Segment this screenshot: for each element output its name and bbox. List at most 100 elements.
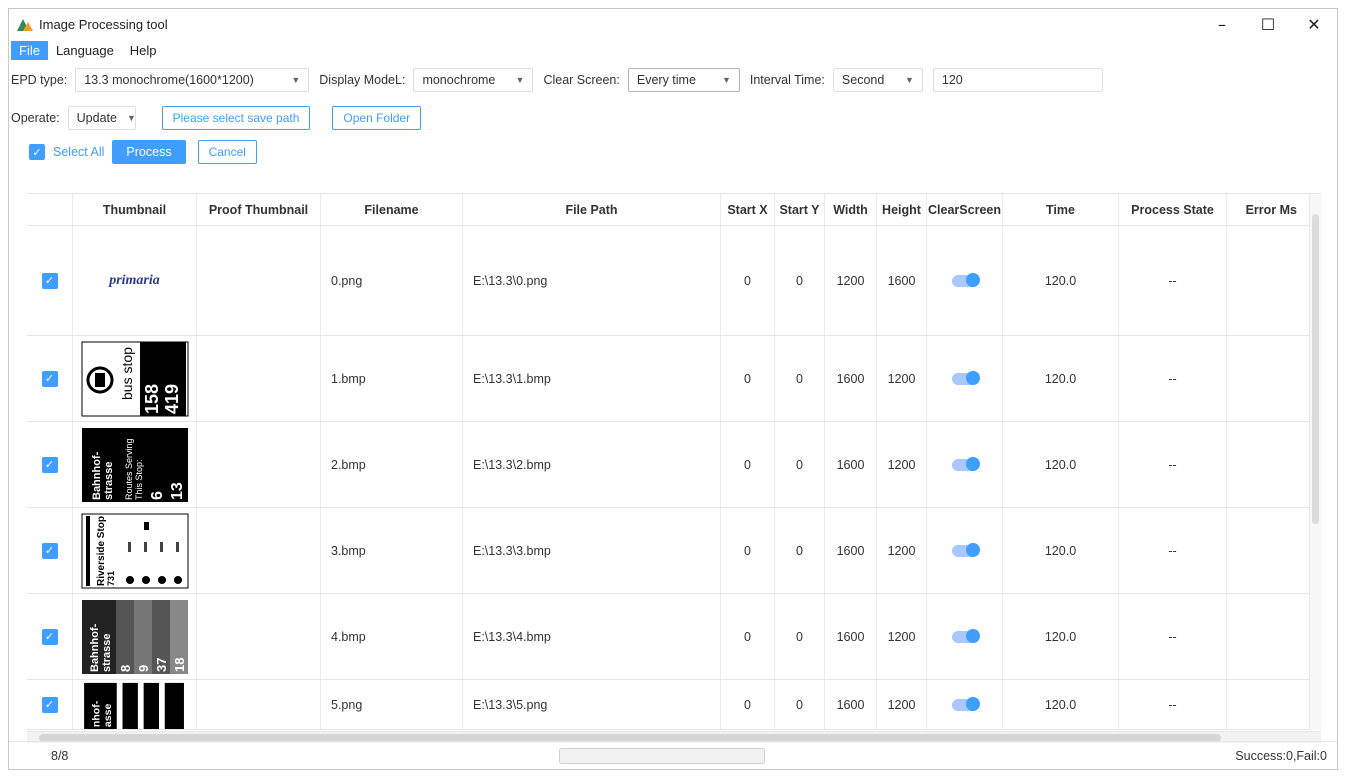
table-row[interactable]: ✓ Bahnhof- strasse Routes Serving This S… bbox=[27, 422, 1321, 508]
process-state-cell: -- bbox=[1119, 226, 1227, 335]
start-y-cell: 0 bbox=[775, 508, 825, 593]
col-proof-thumbnail[interactable]: Proof Thumbnail bbox=[197, 194, 321, 225]
clearscreen-cell bbox=[927, 336, 1003, 421]
file-path-cell: E:\13.3\3.bmp bbox=[463, 508, 721, 593]
clearscreen-toggle[interactable] bbox=[951, 272, 980, 287]
thumbnail-cell: bus stop 158 419 bbox=[73, 336, 197, 421]
chevron-down-icon: ▼ bbox=[126, 113, 136, 123]
operate-select[interactable]: Update ▼ bbox=[67, 106, 136, 130]
chevron-down-icon: ▼ bbox=[721, 75, 731, 85]
menu-bar: File Language Help bbox=[9, 39, 1337, 61]
row-checkbox[interactable]: ✓ bbox=[27, 680, 73, 729]
width-cell: 1600 bbox=[825, 422, 877, 507]
col-error-msg[interactable]: Error Ms bbox=[1227, 194, 1309, 225]
interval-unit-value: Second bbox=[841, 73, 885, 87]
interval-time-label: Interval Time: bbox=[749, 73, 825, 87]
table-row[interactable]: ✓ Riverside Stop 731 3.bmp E:\13.3\3.bmp… bbox=[27, 508, 1321, 594]
col-start-y[interactable]: Start Y bbox=[775, 194, 825, 225]
clearscreen-toggle[interactable] bbox=[951, 456, 980, 471]
start-x-cell: 0 bbox=[721, 594, 775, 679]
file-path-cell: E:\13.3\2.bmp bbox=[463, 422, 721, 507]
row-checkbox[interactable]: ✓ bbox=[27, 336, 73, 421]
filename-cell: 1.bmp bbox=[321, 336, 463, 421]
proof-thumbnail-cell bbox=[197, 422, 321, 507]
checkbox-checked-icon: ✓ bbox=[41, 272, 58, 289]
open-folder-button[interactable]: Open Folder bbox=[332, 106, 422, 130]
clearscreen-toggle[interactable] bbox=[951, 370, 980, 385]
strasse-label: strasse bbox=[103, 461, 115, 500]
app-logo-icon bbox=[17, 17, 33, 31]
start-x-cell: 0 bbox=[721, 226, 775, 335]
display-model-select[interactable]: monochrome ▼ bbox=[413, 68, 534, 92]
display-model-value: monochrome bbox=[422, 73, 496, 87]
bahnhof-bw-thumbnail: nhof- asse bbox=[83, 682, 186, 729]
col-time[interactable]: Time bbox=[1003, 194, 1119, 225]
clearscreen-cell bbox=[927, 680, 1003, 729]
filename-cell: 4.bmp bbox=[321, 594, 463, 679]
filename-cell: 0.png bbox=[321, 226, 463, 335]
clear-screen-select[interactable]: Every time ▼ bbox=[627, 68, 740, 92]
chevron-down-icon: ▼ bbox=[904, 75, 914, 85]
close-button[interactable]: ✕ bbox=[1291, 9, 1337, 39]
width-cell: 1200 bbox=[825, 226, 877, 335]
col-file-path[interactable]: File Path bbox=[463, 194, 721, 225]
col-filename[interactable]: Filename bbox=[321, 194, 463, 225]
interval-unit-select[interactable]: Second ▼ bbox=[832, 68, 923, 92]
col-process-state[interactable]: Process State bbox=[1119, 194, 1227, 225]
row-checkbox[interactable]: ✓ bbox=[27, 508, 73, 593]
maximize-button[interactable]: ☐ bbox=[1245, 9, 1291, 39]
proof-thumbnail-cell bbox=[197, 226, 321, 335]
time-cell: 120.0 bbox=[1003, 226, 1119, 335]
thumbnail-cell: Bahnhof- strasse Routes Serving This Sto… bbox=[73, 422, 197, 507]
route-6-label: 6 bbox=[149, 491, 166, 500]
menu-help[interactable]: Help bbox=[122, 41, 165, 60]
vertical-scroll-handle[interactable] bbox=[1312, 214, 1319, 524]
process-state-cell: -- bbox=[1119, 422, 1227, 507]
clearscreen-cell bbox=[927, 226, 1003, 335]
epd-type-value: 13.3 monochrome(1600*1200) bbox=[84, 73, 254, 87]
clearscreen-toggle[interactable] bbox=[951, 696, 980, 711]
table-row[interactable]: ✓ primaria 0.png E:\13.3\0.png 0 0 1200 … bbox=[27, 226, 1321, 336]
process-state-cell: -- bbox=[1119, 508, 1227, 593]
col-thumbnail[interactable]: Thumbnail bbox=[73, 194, 197, 225]
minimize-button[interactable]: – bbox=[1199, 9, 1245, 39]
time-cell: 120.0 bbox=[1003, 336, 1119, 421]
error-msg-cell bbox=[1227, 336, 1309, 421]
cancel-button[interactable]: Cancel bbox=[197, 140, 257, 164]
clearscreen-toggle[interactable] bbox=[951, 628, 980, 643]
clearscreen-toggle[interactable] bbox=[951, 542, 980, 557]
vertical-scrollbar[interactable] bbox=[1309, 194, 1321, 730]
process-state-cell: -- bbox=[1119, 680, 1227, 729]
start-x-cell: 0 bbox=[721, 336, 775, 421]
process-button[interactable]: Process bbox=[112, 140, 186, 164]
col-start-x[interactable]: Start X bbox=[721, 194, 775, 225]
title-bar: Image Processing tool – ☐ ✕ bbox=[9, 9, 1337, 39]
route-37-label: 37 bbox=[154, 657, 169, 671]
table-row[interactable]: ✓ Bahnhof- strasse 8 9 37 18 4.bmp E:\13… bbox=[27, 594, 1321, 680]
row-checkbox[interactable]: ✓ bbox=[27, 226, 73, 335]
start-x-cell: 0 bbox=[721, 422, 775, 507]
filename-cell: 5.png bbox=[321, 680, 463, 729]
chevron-down-icon: ▼ bbox=[515, 75, 525, 85]
table-row[interactable]: ✓ nhof- asse 5.png E:\13.3\5.png 0 0 160… bbox=[27, 680, 1321, 730]
table-row[interactable]: ✓ bus stop 158 419 1.bmp E:\13.3\1.bmp 0… bbox=[27, 336, 1321, 422]
route-18-label: 18 bbox=[172, 657, 187, 671]
width-cell: 1600 bbox=[825, 508, 877, 593]
row-checkbox[interactable]: ✓ bbox=[27, 594, 73, 679]
bahnhof-grey-thumbnail: Bahnhof- strasse 8 9 37 18 bbox=[81, 599, 188, 674]
interval-value-input[interactable]: 120 bbox=[932, 68, 1103, 92]
stop-number-label: 731 bbox=[106, 570, 116, 585]
route-419-label: 419 bbox=[162, 383, 182, 413]
col-clearscreen[interactable]: ClearScreen bbox=[927, 194, 1003, 225]
select-all-checkbox[interactable]: ✓ Select All bbox=[29, 144, 104, 160]
select-save-path-button[interactable]: Please select save path bbox=[161, 106, 311, 130]
file-path-cell: E:\13.3\4.bmp bbox=[463, 594, 721, 679]
epd-type-label: EPD type: bbox=[11, 73, 68, 87]
menu-language[interactable]: Language bbox=[48, 41, 122, 60]
row-checkbox[interactable]: ✓ bbox=[27, 422, 73, 507]
epd-type-select[interactable]: 13.3 monochrome(1600*1200) ▼ bbox=[75, 68, 310, 92]
menu-file[interactable]: File bbox=[11, 40, 48, 60]
col-height[interactable]: Height bbox=[877, 194, 927, 225]
col-width[interactable]: Width bbox=[825, 194, 877, 225]
proof-thumbnail-cell bbox=[197, 594, 321, 679]
